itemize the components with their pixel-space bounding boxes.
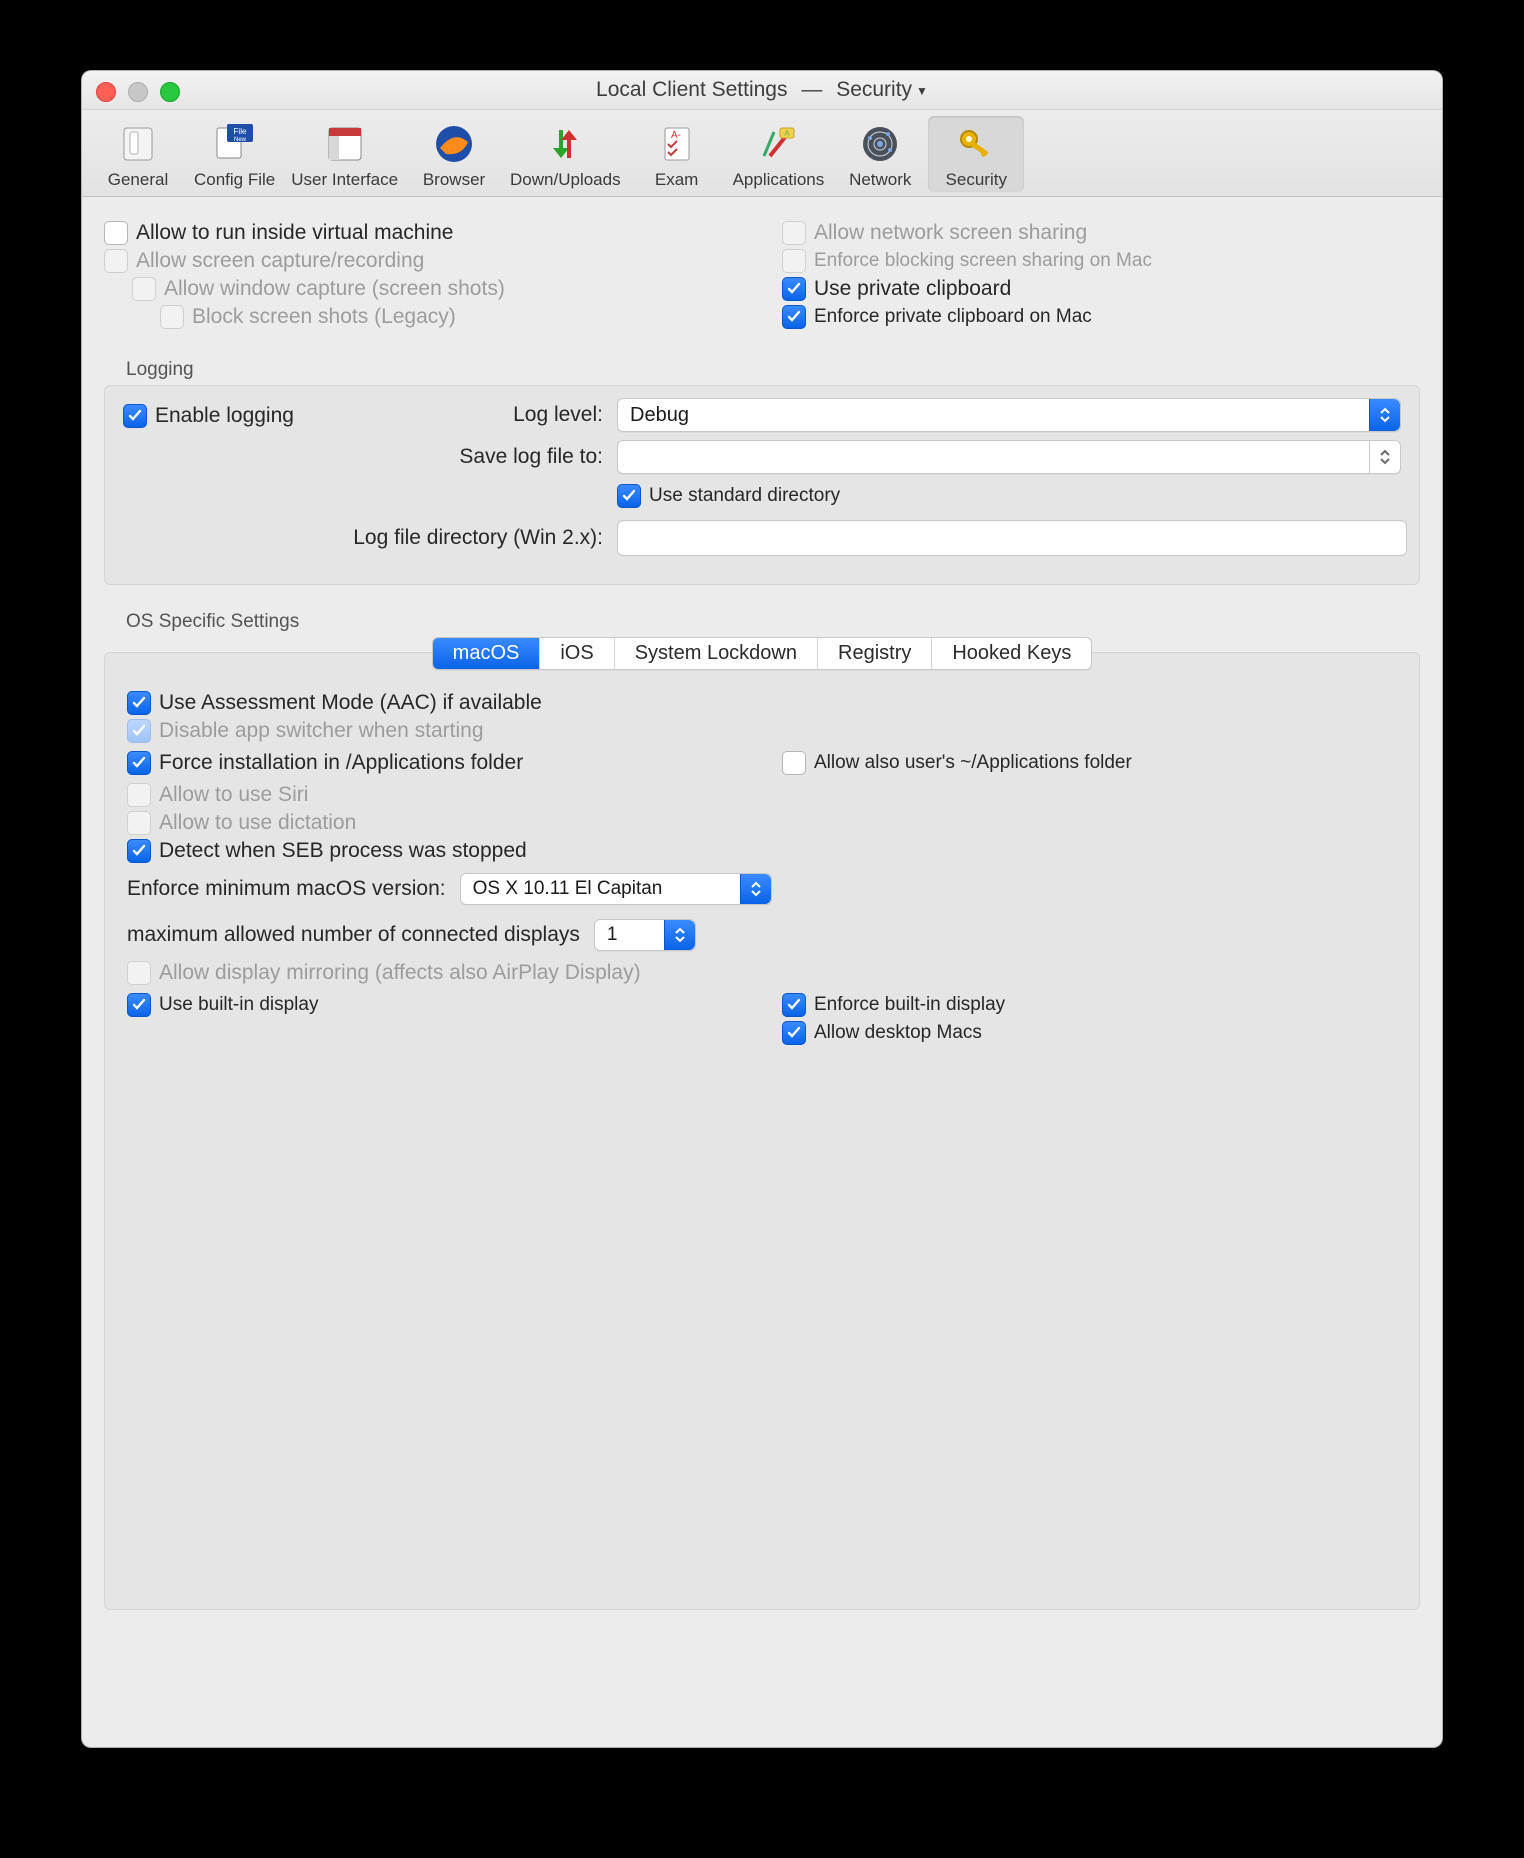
- os-body: Use Assessment Mode (AAC) if available D…: [104, 652, 1420, 1610]
- tab-down-uploads[interactable]: Down/Uploads: [502, 116, 629, 192]
- window-title[interactable]: Local Client Settings — Security ▼: [82, 78, 1442, 102]
- tab-general[interactable]: General: [90, 116, 186, 192]
- subtab-ios[interactable]: iOS: [540, 638, 614, 669]
- top-right: Allow network screen sharing Enforce blo…: [782, 217, 1420, 333]
- chevron-down-icon: ▼: [916, 84, 928, 98]
- content: Allow to run inside virtual machine Allo…: [82, 197, 1442, 1747]
- chk-force-install[interactable]: Force installation in /Applications fold…: [127, 751, 742, 775]
- os-tabs: macOS iOS System Lockdown Registry Hooke…: [432, 637, 1093, 670]
- transfer-icon: [541, 120, 589, 168]
- network-icon: [856, 120, 904, 168]
- tab-network[interactable]: Network: [832, 116, 928, 192]
- title-right: Security: [836, 78, 912, 102]
- minimize-icon: [128, 82, 148, 102]
- apps-icon: A: [754, 120, 802, 168]
- chk-use-private-clip[interactable]: Use private clipboard: [782, 277, 1420, 301]
- titlebar: Local Client Settings — Security ▼: [82, 71, 1442, 110]
- group-os-title: OS Specific Settings: [126, 611, 1420, 633]
- subtab-macos[interactable]: macOS: [433, 638, 541, 669]
- chk-disable-switcher: Disable app switcher when starting: [127, 719, 1397, 743]
- loglevel-label: Log level:: [123, 403, 603, 427]
- subtab-hooked-keys[interactable]: Hooked Keys: [932, 638, 1091, 669]
- chk-allow-capture: Allow screen capture/recording: [104, 249, 742, 273]
- tab-user-interface[interactable]: User Interface: [283, 116, 406, 192]
- chk-enforce-private-clip[interactable]: Enforce private clipboard on Mac: [782, 305, 1420, 329]
- top-options: Allow to run inside virtual machine Allo…: [104, 217, 1420, 333]
- stepper-icon: [1369, 399, 1400, 431]
- template-icon: [321, 120, 369, 168]
- chk-allow-window-capture: Allow window capture (screen shots): [132, 277, 742, 301]
- max-displays-select[interactable]: 1: [594, 919, 696, 951]
- stepper-icon: [1369, 441, 1400, 473]
- stepper-icon: [664, 920, 695, 950]
- subtab-registry[interactable]: Registry: [818, 638, 932, 669]
- svg-text:New: New: [234, 137, 247, 143]
- subtab-system-lockdown[interactable]: System Lockdown: [615, 638, 818, 669]
- chk-allow-dictation: Allow to use dictation: [127, 811, 1397, 835]
- svg-text:A: A: [785, 129, 791, 138]
- tab-applications[interactable]: A Applications: [725, 116, 833, 192]
- chk-allow-user-apps[interactable]: Allow also user's ~/Applications folder: [782, 751, 1397, 775]
- title-sep: —: [801, 78, 822, 102]
- chk-allow-siri: Allow to use Siri: [127, 783, 1397, 807]
- tab-exam[interactable]: A- Exam: [629, 116, 725, 192]
- tab-security[interactable]: Security: [928, 116, 1024, 192]
- max-displays-value: 1: [607, 924, 618, 946]
- windir-input[interactable]: [617, 520, 1407, 556]
- min-macos-label: Enforce minimum macOS version:: [127, 877, 446, 901]
- chk-use-std-dir[interactable]: Use standard directory: [617, 484, 1401, 508]
- chk-detect-stop[interactable]: Detect when SEB process was stopped: [127, 839, 1397, 863]
- saveto-select[interactable]: [617, 440, 1401, 474]
- saveto-label: Save log file to:: [123, 445, 603, 469]
- group-logging: Logging Enable logging Log level: Debug: [104, 359, 1420, 585]
- stepper-icon: [740, 874, 771, 904]
- chk-enforce-builtin[interactable]: Enforce built-in display: [782, 993, 1397, 1017]
- switch-icon: [114, 120, 162, 168]
- chk-use-aac[interactable]: Use Assessment Mode (AAC) if available: [127, 691, 1397, 715]
- close-icon[interactable]: [96, 82, 116, 102]
- windir-label: Log file directory (Win 2.x):: [123, 526, 603, 550]
- zoom-icon[interactable]: [160, 82, 180, 102]
- group-logging-title: Logging: [126, 359, 1420, 381]
- key-icon: [952, 120, 1000, 168]
- chk-enforce-block-share: Enforce blocking screen sharing on Mac: [782, 249, 1420, 273]
- svg-text:A-: A-: [671, 130, 681, 141]
- loglevel-value: Debug: [630, 404, 689, 427]
- svg-text:File: File: [233, 127, 246, 136]
- title-left: Local Client Settings: [596, 78, 787, 102]
- chk-allow-vm[interactable]: Allow to run inside virtual machine: [104, 221, 742, 245]
- tab-browser[interactable]: Browser: [406, 116, 502, 192]
- loglevel-select[interactable]: Debug: [617, 398, 1401, 432]
- globe-icon: [430, 120, 478, 168]
- config-file-icon: FileNew: [211, 120, 259, 168]
- chk-allow-net-share: Allow network screen sharing: [782, 221, 1420, 245]
- min-macos-value: OS X 10.11 El Capitan: [473, 878, 663, 900]
- chk-block-shots: Block screen shots (Legacy): [160, 305, 742, 329]
- group-os: OS Specific Settings macOS iOS System Lo…: [104, 611, 1420, 1610]
- top-left: Allow to run inside virtual machine Allo…: [104, 217, 742, 333]
- chk-use-builtin[interactable]: Use built-in display: [127, 993, 742, 1017]
- tab-config-file[interactable]: FileNew Config File: [186, 116, 283, 192]
- min-macos-select[interactable]: OS X 10.11 El Capitan: [460, 873, 772, 905]
- max-displays-label: maximum allowed number of connected disp…: [127, 923, 580, 947]
- toolbar: General FileNew Config File User Interfa…: [82, 110, 1442, 197]
- window-controls: [96, 82, 180, 102]
- chk-allow-desktop-mac[interactable]: Allow desktop Macs: [782, 1021, 1397, 1045]
- settings-window: Local Client Settings — Security ▼ Gener…: [81, 70, 1443, 1748]
- exam-icon: A-: [653, 120, 701, 168]
- chk-allow-mirror: Allow display mirroring (affects also Ai…: [127, 961, 1397, 985]
